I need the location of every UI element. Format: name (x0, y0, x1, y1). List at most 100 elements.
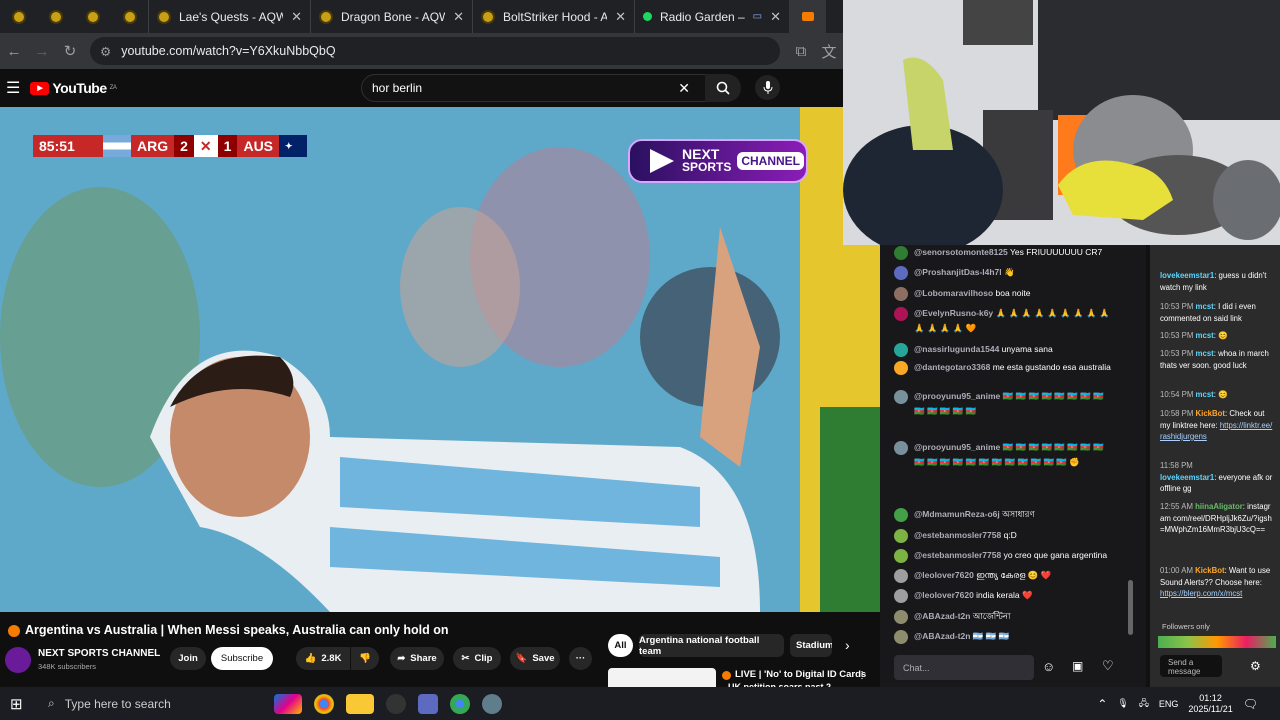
more-actions-button[interactable]: ··· (569, 647, 592, 670)
chrome-icon[interactable] (314, 693, 334, 714)
subscribe-button[interactable]: Subscribe (211, 647, 273, 670)
like-button[interactable]: 👍 2.8K (296, 647, 350, 670)
chat-username[interactable]: @prooyunu95_anime (914, 391, 1000, 401)
close-icon[interactable]: ✕ (770, 9, 781, 25)
channel-name[interactable]: NEXT SPORTS CHANNEL (38, 648, 160, 659)
chat-scrollbar[interactable] (1128, 580, 1133, 635)
chrome-profile-icon[interactable] (450, 693, 470, 714)
chat-username[interactable]: @ProshanjitDas-l4h7l (914, 267, 1002, 277)
chip-label: Argentina national football team (639, 634, 760, 657)
chevron-right-icon[interactable]: › (845, 637, 850, 653)
browser-tab[interactable]: Radio Garden – Glob ▭ ✕ (634, 0, 789, 33)
side-chat-user[interactable]: lovekeemstar1 (1160, 473, 1214, 482)
side-chat-user[interactable]: hiinaAligator (1195, 502, 1243, 511)
chevron-up-icon[interactable]: ⌃ (1097, 697, 1107, 711)
close-icon[interactable]: ✕ (615, 9, 626, 25)
side-chat-user[interactable]: lovekeemstar1 (1160, 271, 1214, 280)
side-chat-user[interactable]: mcst (1196, 331, 1214, 340)
side-chat-user[interactable]: mcst (1196, 349, 1214, 358)
back-icon[interactable]: ← (0, 43, 28, 60)
chat-username[interactable]: @ABAzad-t2n (914, 611, 970, 621)
app-icon[interactable] (418, 693, 438, 714)
chat-input[interactable]: Chat... (894, 655, 1034, 680)
browser-tab[interactable]: Dragon Bone - AQW ✕ (310, 0, 472, 33)
side-chat-message: 10:53 PM mcst: 😊 (1160, 330, 1274, 342)
chip-argentina[interactable]: Argentina national football team (639, 634, 784, 657)
chip-stadium[interactable]: Stadium (790, 634, 832, 657)
share-button[interactable]: ➦ Share (390, 647, 444, 670)
microphone-icon[interactable]: 🎙 (1117, 698, 1128, 709)
chat-username[interactable]: @leolover7620 (914, 590, 974, 600)
chat-username[interactable]: @estebanmosler7758 (914, 530, 1001, 540)
close-icon[interactable]: ✕ (291, 9, 302, 25)
active-tab-partial[interactable] (789, 0, 826, 33)
translate-icon[interactable]: 文 (815, 41, 843, 62)
taskbar-search[interactable]: ⌕ Type here to search (48, 687, 268, 720)
notification-icon[interactable]: 🗨 (1243, 697, 1258, 711)
money-icon[interactable]: ▣ (1072, 659, 1083, 673)
aqw-coin-icon (319, 9, 333, 24)
subscribe-label: Subscribe (220, 653, 264, 664)
pinned-tab-4[interactable] (111, 0, 148, 33)
dislike-button[interactable]: 👎 (351, 647, 379, 670)
url-field[interactable]: ⚙ youtube.com/watch?v=Y6XkuNbbQbQ (90, 37, 780, 65)
chat-username[interactable]: @prooyunu95_anime (914, 442, 1000, 452)
youtube-logo[interactable]: ▶ YouTube ZA (30, 80, 117, 96)
search-input[interactable]: hor berlin ✕ (361, 74, 707, 102)
browser-tab[interactable]: BoltStriker Hood - AQW ✕ (472, 0, 634, 33)
side-chat-user[interactable]: mcst (1196, 302, 1214, 311)
save-button[interactable]: 🔖 Save (510, 647, 560, 670)
side-chat-user[interactable]: mcst (1196, 390, 1214, 399)
chat-username[interactable]: @leolover7620 (914, 570, 974, 580)
aqw-coin-icon (11, 9, 26, 24)
chat-username[interactable]: @ABAzad-t2n (914, 631, 970, 641)
channel-avatar[interactable] (5, 647, 31, 673)
emote-bar[interactable] (1158, 636, 1276, 648)
clear-search-icon[interactable]: ✕ (678, 80, 690, 97)
network-icon[interactable]: 🖧 (1139, 696, 1149, 712)
send-message-input[interactable]: Send a message (1160, 655, 1222, 677)
search-button[interactable] (705, 74, 741, 102)
chat-username[interactable]: @dantegotaro3368 (914, 362, 990, 372)
forward-icon[interactable]: → (28, 43, 56, 60)
related-thumbnail[interactable] (608, 668, 716, 687)
chat-username[interactable]: @EvelynRusno-k6y (914, 308, 993, 318)
related-title[interactable]: LIVE | 'No' to Digital ID Cards (735, 669, 866, 680)
side-chat-user[interactable]: KickBot (1196, 409, 1225, 418)
side-chat-user[interactable]: KickBot (1195, 566, 1224, 575)
browser-tab[interactable]: Lae's Quests - AQW ✕ (148, 0, 310, 33)
related-more-icon[interactable]: ⋮ (857, 670, 867, 681)
chat-username[interactable]: @MdmamunReza-o6j (914, 509, 1000, 519)
site-settings-icon[interactable]: ⚙ (100, 44, 111, 59)
avatar (894, 246, 908, 260)
voice-search-button[interactable] (755, 75, 780, 100)
emoji-icon[interactable]: ☺ (1042, 659, 1055, 674)
blerp-link[interactable]: https://blerp.com/x/mcst (1160, 589, 1242, 598)
chat-username[interactable]: @Lobomaravilhoso (914, 288, 993, 298)
windows-start-icon[interactable]: ⊞ (10, 695, 23, 713)
pinned-tab-1[interactable] (0, 0, 37, 33)
menu-icon[interactable]: ☰ (6, 78, 20, 98)
app-icon[interactable] (482, 693, 502, 714)
language-indicator[interactable]: ENG (1159, 699, 1179, 709)
chip-all[interactable]: All (608, 634, 633, 657)
chat-text: unyama sana (1001, 344, 1053, 354)
chat-username[interactable]: @senorsotomonte8125 (914, 247, 1008, 257)
reload-icon[interactable]: ↻ (56, 42, 84, 60)
clock[interactable]: 01:12 2025/11/21 (1188, 693, 1232, 715)
copilot-icon[interactable] (274, 693, 302, 714)
clip-button[interactable]: ✂ Clip (453, 647, 501, 670)
install-app-icon[interactable]: ⧉ (787, 43, 815, 60)
close-icon[interactable]: ✕ (453, 9, 464, 25)
heart-icon[interactable]: ♡ (1102, 658, 1114, 674)
file-explorer-icon[interactable] (346, 693, 374, 714)
pinned-tab-2[interactable] (37, 0, 74, 33)
chat-username[interactable]: @estebanmosler7758 (914, 550, 1001, 560)
obs-icon[interactable] (386, 693, 406, 714)
video-player[interactable]: 85:51 ARG 2 ✕ 1 AUS ✦ NEXT SPORTS CHANNE… (0, 107, 880, 612)
pinned-tab-3[interactable] (74, 0, 111, 33)
chat-username[interactable]: @nassirlugunda1544 (914, 344, 999, 354)
badge-sports: SPORTS (682, 160, 732, 174)
settings-icon[interactable]: ⚙ (1250, 659, 1261, 673)
join-button[interactable]: Join (170, 647, 206, 670)
